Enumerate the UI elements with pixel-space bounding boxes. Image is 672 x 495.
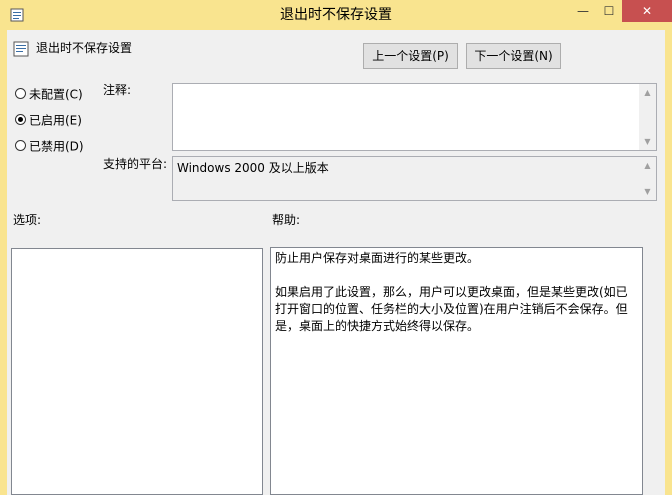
radio-label: 已禁用(D) <box>29 139 84 154</box>
supported-platforms-value: Windows 2000 及以上版本 <box>177 161 329 175</box>
radio-disabled[interactable]: 已禁用(D) <box>15 137 84 155</box>
close-button[interactable]: ✕ <box>622 0 672 22</box>
setting-icon <box>13 41 29 57</box>
comment-label: 注释: <box>103 83 132 97</box>
window-frame-left <box>0 30 7 495</box>
scroll-up-icon[interactable]: ▲ <box>639 84 656 101</box>
scroll-down-icon[interactable]: ▼ <box>639 183 656 200</box>
radio-button[interactable] <box>15 88 26 99</box>
radio-not-configured[interactable]: 未配置(C) <box>15 85 83 103</box>
radio-enabled[interactable]: 已启用(E) <box>15 111 82 129</box>
previous-setting-button[interactable]: 上一个设置(P) <box>363 43 458 69</box>
setting-title: 退出时不保存设置 <box>36 41 133 55</box>
maximize-button[interactable]: ☐ <box>596 0 622 22</box>
options-label: 选项: <box>13 213 42 227</box>
comment-scrollbar[interactable]: ▲ ▼ <box>639 84 656 150</box>
minimize-button[interactable]: — <box>570 0 596 22</box>
help-pane[interactable]: 防止用户保存对桌面进行的某些更改。 如果启用了此设置，那么，用户可以更改桌面，但… <box>270 247 643 495</box>
radio-button[interactable] <box>15 140 26 151</box>
supported-platforms-field: Windows 2000 及以上版本 ▲ ▼ <box>172 156 657 201</box>
scroll-up-icon[interactable]: ▲ <box>639 157 656 174</box>
radio-button-selected[interactable] <box>15 114 26 125</box>
help-label: 帮助: <box>272 213 301 227</box>
supported-scrollbar[interactable]: ▲ ▼ <box>639 157 656 200</box>
window-frame-right <box>665 30 672 495</box>
help-content: 防止用户保存对桌面进行的某些更改。 如果启用了此设置，那么，用户可以更改桌面，但… <box>275 250 634 352</box>
radio-label: 已启用(E) <box>29 113 82 128</box>
comment-textarea[interactable]: ▲ ▼ <box>172 83 657 151</box>
next-setting-button[interactable]: 下一个设置(N) <box>466 43 561 69</box>
radio-label: 未配置(C) <box>29 87 83 102</box>
options-pane[interactable] <box>11 248 263 495</box>
scroll-down-icon[interactable]: ▼ <box>639 133 656 150</box>
help-paragraph: 防止用户保存对桌面进行的某些更改。 <box>275 251 480 265</box>
help-paragraph: 如果启用了此设置，那么，用户可以更改桌面，但是某些更改(如已打开窗口的位置、任务… <box>275 285 628 333</box>
supported-platforms-label: 支持的平台: <box>103 157 168 171</box>
